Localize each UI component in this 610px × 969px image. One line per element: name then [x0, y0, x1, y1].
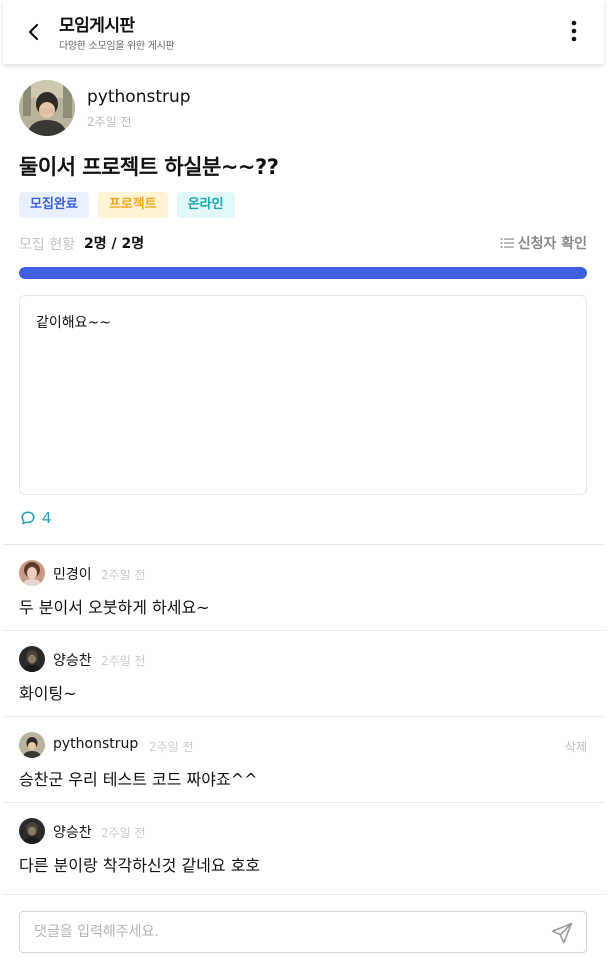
recruit-progress-fill — [19, 267, 587, 279]
comment-item: pythonstrup 2주일 전 삭제 승찬군 우리 테스트 코드 짜야죠^^ — [3, 717, 604, 802]
post-content: 같이해요~~ — [19, 295, 587, 495]
speech-bubble-icon — [21, 511, 35, 525]
comment-item: 민경이 2주일 전 두 분이서 오붓하게 하세요~ — [3, 545, 604, 630]
comment-item: 양승찬 2주일 전 다른 분이랑 착각하신것 같네요 호호 — [3, 803, 604, 893]
list-icon — [500, 238, 514, 248]
post-timestamp: 2주일 전 — [87, 115, 132, 129]
comment-text: 다른 분이랑 착각하신것 같네요 호호 — [19, 856, 261, 875]
applicants-button[interactable]: 신청자 확인 — [500, 233, 587, 253]
post-content-text: 같이해요~~ — [36, 315, 111, 331]
avatar-photo-icon — [19, 80, 75, 136]
comment-count-value: 4 — [42, 509, 52, 527]
avatar-photo-icon — [19, 818, 45, 844]
recruit-label: 모집 현황 — [19, 237, 75, 253]
tag-category: 프로젝트 — [97, 192, 168, 218]
comment-input[interactable] — [20, 912, 540, 952]
avatar-photo-icon — [19, 646, 45, 672]
comment-timestamp: 2주일 전 — [101, 654, 146, 668]
avatar-photo-icon — [19, 560, 45, 586]
commenter-avatar[interactable] — [19, 732, 45, 758]
commenter-name[interactable]: 양승찬 — [53, 822, 92, 842]
applicants-label: 신청자 확인 — [517, 236, 587, 252]
tag-list: 모집완료 프로젝트 온라인 — [19, 192, 235, 218]
commenter-name[interactable]: pythonstrup — [53, 736, 138, 752]
page-title: 모임게시판 — [59, 16, 135, 36]
comment-item: 양승찬 2주일 전 화이팅~ — [3, 631, 604, 716]
app-header: 모임게시판 다양한 소모임을 위한 게시판 — [3, 0, 604, 64]
comment-input-box — [19, 911, 587, 953]
comment-text: 승찬군 우리 테스트 코드 짜야죠^^ — [19, 770, 258, 789]
commenter-avatar[interactable] — [19, 818, 45, 844]
commenter-name[interactable]: 민경이 — [53, 564, 92, 584]
commenter-name[interactable]: 양승찬 — [53, 650, 92, 670]
recruit-progress-bar — [19, 267, 587, 279]
back-arrow-icon[interactable] — [21, 18, 47, 46]
page-subtitle: 다양한 소모임을 위한 게시판 — [59, 41, 175, 52]
comment-timestamp: 2주일 전 — [101, 568, 146, 582]
delete-comment-button[interactable]: 삭제 — [565, 738, 587, 755]
more-vertical-icon[interactable] — [564, 18, 584, 44]
comment-text: 두 분이서 오붓하게 하세요~ — [19, 598, 210, 617]
comment-timestamp: 2주일 전 — [149, 740, 194, 754]
commenter-avatar[interactable] — [19, 560, 45, 586]
author-avatar[interactable] — [19, 80, 75, 136]
send-icon[interactable] — [550, 921, 574, 945]
post-title: 둘이서 프로젝트 하실분~~?? — [19, 155, 279, 179]
comment-timestamp: 2주일 전 — [101, 826, 146, 840]
tag-mode: 온라인 — [176, 192, 235, 218]
avatar-photo-icon — [19, 732, 45, 758]
app: 모임게시판 다양한 소모임을 위한 게시판 pythonstrup 2주일 전 … — [3, 0, 604, 969]
recruit-count: 2명 / 2명 — [84, 236, 145, 252]
author-name[interactable]: pythonstrup — [87, 87, 191, 107]
divider — [3, 894, 604, 895]
comment-count: 4 — [20, 509, 52, 527]
comment-text: 화이팅~ — [19, 684, 77, 703]
tag-status: 모집완료 — [19, 192, 89, 218]
commenter-avatar[interactable] — [19, 646, 45, 672]
